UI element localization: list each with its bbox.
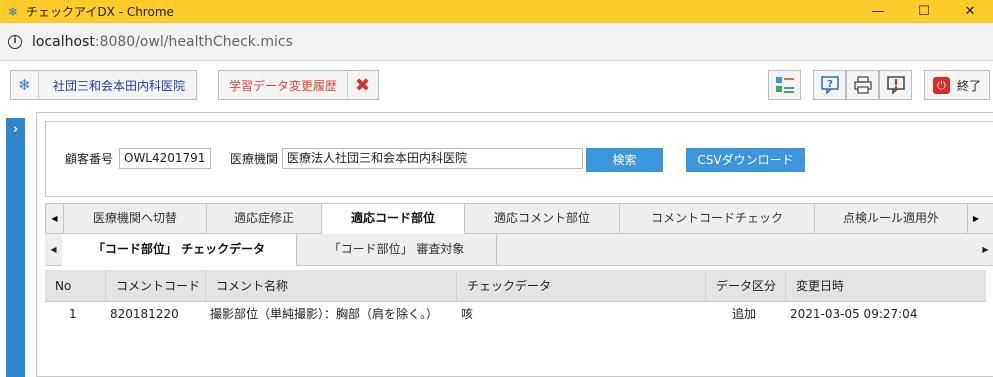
tab-indication-comment-site[interactable]: 適応コメント部位 [464,204,619,233]
cell-check-data: 咳 [461,307,474,321]
url-path: :8080/owl/healthCheck.mics [94,33,293,50]
search-panel: 顧客番号 OWL4201791 医療機関 医療法人社団三和会本田内科医院 検索 … [45,121,993,197]
print-button[interactable] [846,70,879,100]
layout-button[interactable] [768,70,801,100]
snowflake-icon: ❄ [11,71,39,99]
subtab-spacer [497,234,977,265]
alert-icon [886,76,905,94]
primary-tabs: ◀ 医療機関へ切替 適応症修正 適応コード部位 適応コメント部位 コメントコード… [45,203,993,234]
info-icon[interactable]: i [8,34,22,49]
window-controls: — ☐ ✕ [855,0,993,23]
subtab-check-data[interactable]: 「コード部位」 チェックデータ [62,234,297,266]
end-label: 終了 [957,78,982,93]
tab-indication-code-site[interactable]: 適応コード部位 [321,204,464,234]
svg-text:?: ? [827,79,833,90]
institution-field[interactable]: 医療法人社団三和会本田内科医院 [282,148,583,169]
column-header[interactable]: チェックデータ [457,270,706,302]
tab-comment-code-check[interactable]: コメントコードチェック [619,204,814,233]
minimize-icon[interactable]: — [855,0,901,23]
cell-data-type: 追加 [732,307,757,321]
snowflake-icon: ❄ [7,4,19,19]
close-history-icon[interactable]: ✖ [347,71,377,99]
tab-switch-institution[interactable]: 医療機関へ切替 [63,204,206,233]
tab-rule-exclusion[interactable]: 点検ルール適用外 [814,204,967,233]
tab-indication-fix[interactable]: 適応症修正 [206,204,321,233]
history-label: 学習データ変更履歴 [229,78,338,93]
help-button[interactable]: ? [813,70,846,100]
window-title: チェックアイDX - Chrome [26,5,174,19]
tab-scroll-left-icon[interactable]: ◀ [46,204,63,233]
tab-scroll-right-icon[interactable]: ▶ [967,204,984,233]
customer-no-field[interactable]: OWL4201791 [119,148,211,169]
data-table: No コメントコード コメント名称 チェックデータ データ区分 変更日時 1 8… [45,270,986,326]
print-icon [853,76,872,94]
close-icon[interactable]: ✕ [947,0,993,23]
window-titlebar: ❄ チェックアイDX - Chrome — ☐ ✕ [0,0,993,23]
subtab-review-target[interactable]: 「コード部位」 審査対象 [297,234,497,265]
help-icon: ? [820,76,839,94]
history-button[interactable]: 学習データ変更履歴 ✖ [218,70,379,100]
column-header[interactable]: 変更日時 [786,270,986,302]
sidebar: › [0,108,26,377]
institution-label: 医療機関 [230,152,279,166]
column-header[interactable]: コメントコード [106,270,206,302]
url-host: localhost [32,33,95,50]
alert-button[interactable] [879,70,912,100]
address-bar: i localhost:8080/owl/healthCheck.mics [0,23,993,61]
end-button[interactable]: ⏻ 終了 [924,70,990,100]
power-icon: ⏻ [933,76,950,94]
customer-no-label: 顧客番号 [65,152,114,166]
cell-modified-at: 2021-03-05 09:27:04 [790,307,918,321]
app-toolbar: ❄ 社団三和会本田内科医院 学習データ変更履歴 ✖ ? ⏻ 終了 [0,61,993,108]
search-button[interactable]: 検索 [586,148,663,172]
column-header[interactable]: データ区分 [706,270,786,302]
sidebar-toggle[interactable]: › [6,118,25,377]
clinic-label: 社団三和会本田内科医院 [53,78,186,93]
secondary-tabs: ◀ 「コード部位」 チェックデータ 「コード部位」 審査対象 ▶ [45,234,993,266]
column-header[interactable]: コメント名称 [206,270,457,302]
maximize-icon[interactable]: ☐ [901,0,947,23]
csv-download-button[interactable]: CSVダウンロード [686,148,805,172]
column-header[interactable]: No [45,270,106,302]
main-panel: 顧客番号 OWL4201791 医療機関 医療法人社団三和会本田内科医院 検索 … [36,112,993,377]
subtab-scroll-right-icon[interactable]: ▶ [977,234,993,265]
layout-icon [775,77,794,93]
table-row[interactable]: 1 820181220 撮影部位（単純撮影）：胸部（肩を除く。） 咳 追加 20… [45,302,986,326]
subtab-scroll-left-icon[interactable]: ◀ [45,234,62,265]
cell-comment-name: 撮影部位（単純撮影）：胸部（肩を除く。） [210,307,439,321]
table-header: No コメントコード コメント名称 チェックデータ データ区分 変更日時 [45,270,986,302]
cell-comment-code: 820181220 [110,307,179,321]
url-text[interactable]: localhost:8080/owl/healthCheck.mics [32,34,293,50]
cell-no: 1 [69,307,77,321]
clinic-button[interactable]: ❄ 社団三和会本田内科医院 [10,70,197,100]
